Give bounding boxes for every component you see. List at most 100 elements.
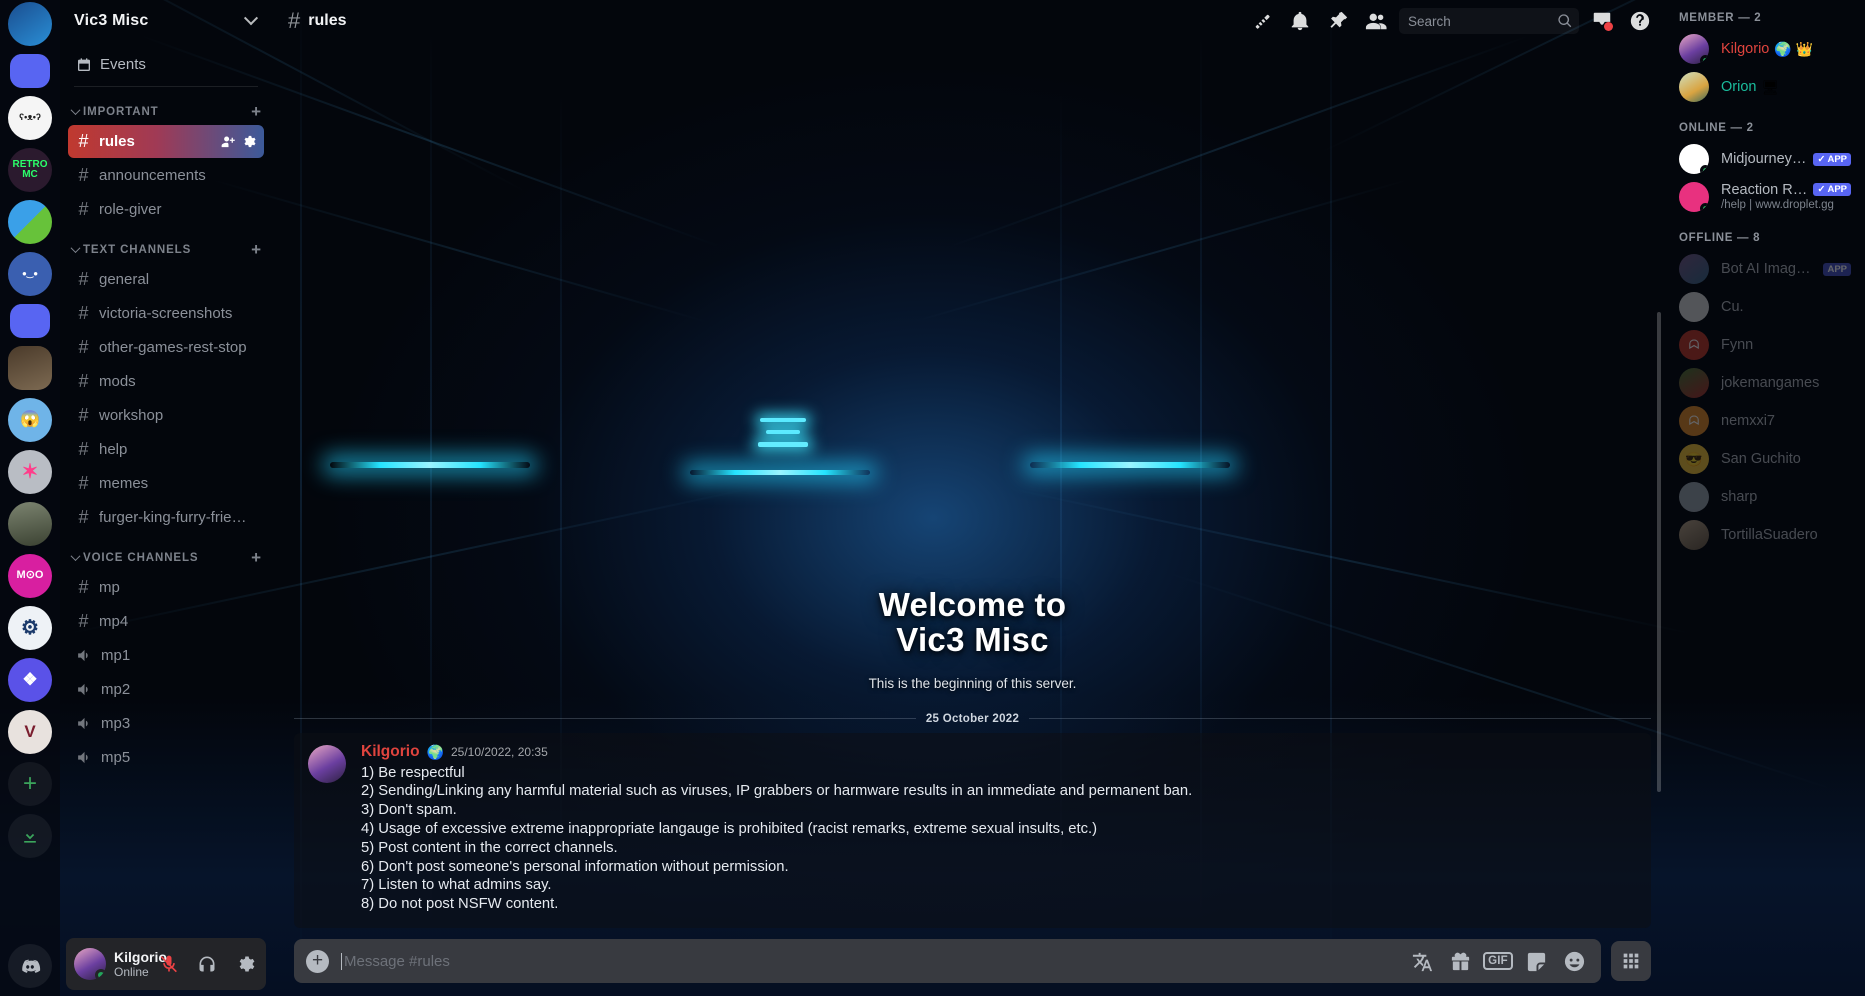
member-item[interactable]: 😎 San Guchito — [1673, 440, 1857, 478]
member-list-toggle-button[interactable] — [1361, 6, 1391, 36]
chevron-down-icon — [70, 551, 81, 562]
inbox-button[interactable] — [1587, 6, 1617, 36]
member-item[interactable]: jokemangames — [1673, 364, 1857, 402]
guild-icon-v-crest[interactable]: V — [8, 710, 52, 754]
category-voice-channels[interactable]: VOICE CHANNELS + — [60, 535, 272, 570]
sidebar-item-workshop[interactable]: # workshop — [68, 399, 264, 432]
sticker-button[interactable] — [1523, 948, 1549, 974]
status-dot-online — [1700, 165, 1709, 174]
guild-icon-landscape[interactable] — [8, 502, 52, 546]
sidebar-item-announcements[interactable]: # announcements — [68, 159, 264, 192]
user-panel[interactable]: Kilgorio Online — [66, 938, 266, 990]
member-item[interactable]: Kilgorio 🌍 👑 — [1673, 30, 1857, 68]
sidebar-item-help[interactable]: # help — [68, 433, 264, 466]
sidebar-item-general[interactable]: # general — [68, 263, 264, 296]
sidebar-item-other-games-rest-stop[interactable]: # other-games-rest-stop — [68, 331, 264, 364]
user-settings-button[interactable] — [230, 949, 260, 979]
member-item[interactable]: Orion 🖥 — [1673, 68, 1857, 106]
help-button[interactable] — [1625, 6, 1655, 36]
member-name: Cu. — [1721, 299, 1744, 315]
sidebar-item-mp1[interactable]: mp1 — [68, 639, 264, 672]
sidebar-item-workshop-label: workshop — [99, 407, 164, 424]
composer-bar: + Message #rules GIF — [272, 936, 1665, 996]
avatar[interactable] — [74, 948, 106, 980]
channel-settings-icon[interactable] — [241, 134, 256, 149]
emoji-button[interactable] — [1561, 948, 1587, 974]
status-dot-online — [1700, 203, 1709, 212]
sidebar-item-victoria-screenshots[interactable]: # victoria-screenshots — [68, 297, 264, 330]
member-item[interactable]: Bot AI Image Th… APP — [1673, 250, 1857, 288]
gif-button[interactable]: GIF — [1483, 948, 1513, 974]
sidebar-item-mp5[interactable]: mp5 — [68, 741, 264, 774]
channel-topbar: # rules Search — [272, 0, 1665, 42]
avatar[interactable] — [308, 744, 346, 783]
hash-icon: # — [288, 8, 301, 33]
download-apps-button[interactable] — [8, 814, 52, 858]
guild-icon-moo[interactable]: M⊙O — [8, 554, 52, 598]
guild-icon-retro-mc[interactable]: RETRO MC — [8, 148, 52, 192]
add-channel-button[interactable]: + — [251, 103, 262, 120]
gift-button[interactable] — [1447, 948, 1473, 974]
sidebar-item-mp2[interactable]: mp2 — [68, 673, 264, 706]
sidebar-item-events[interactable]: Events — [68, 48, 264, 81]
plus-circle-icon[interactable]: + — [306, 949, 329, 973]
translate-button[interactable] — [1409, 948, 1435, 974]
message-scrollbar[interactable] — [1657, 312, 1661, 792]
channel-list[interactable]: Events IMPORTANT + # rules # announcemen… — [60, 42, 272, 938]
member-item[interactable]: Reaction Rol… ✓APP /help | www.droplet.g… — [1673, 178, 1857, 216]
member-item[interactable]: Cu. — [1673, 288, 1857, 326]
guild-icon-gear-crest[interactable]: ⚙ — [8, 606, 52, 650]
create-invite-icon[interactable] — [221, 134, 236, 149]
category-voice-channels-label: VOICE CHANNELS — [83, 551, 199, 564]
member-item[interactable]: TortillaSuadero — [1673, 516, 1857, 554]
sidebar-item-mp3[interactable]: mp3 — [68, 707, 264, 740]
threads-button[interactable] — [1247, 6, 1277, 36]
discord-home-button[interactable] — [8, 944, 52, 988]
member-list[interactable]: MEMBER — 2 Kilgorio 🌍 👑 Orion 🖥 ONLINE —… — [1665, 0, 1865, 996]
guild-icon-cube[interactable] — [8, 200, 52, 244]
guild-icon-scream[interactable]: 😱 — [8, 398, 52, 442]
sidebar-item-mods[interactable]: # mods — [68, 365, 264, 398]
guild-folder-1[interactable] — [10, 54, 50, 88]
add-channel-button[interactable]: + — [251, 241, 262, 258]
sidebar-item-mp1-label: mp1 — [101, 647, 131, 664]
message-input-container[interactable]: + Message #rules GIF — [294, 939, 1601, 983]
guild-icon-purple-crest[interactable]: ❖ — [8, 658, 52, 702]
message-input[interactable]: Message #rules — [341, 952, 1397, 970]
guild-icon-active[interactable] — [8, 2, 52, 46]
server-rail[interactable]: ʕ•ᴥ•ʔ RETRO MC ●‿● 😱 ✶ M⊙O ⚙ ❖ V + — [0, 0, 60, 996]
message-author[interactable]: Kilgorio — [361, 743, 420, 761]
speaker-icon — [78, 683, 88, 696]
date-separator-label: 25 October 2022 — [925, 712, 1020, 725]
sidebar-item-role-giver[interactable]: # role-giver — [68, 193, 264, 226]
guild-folder-2[interactable] — [10, 304, 50, 338]
guild-icon-2[interactable]: ʕ•ᴥ•ʔ — [8, 96, 52, 140]
sidebar-item-mp4[interactable]: # mp4 — [68, 605, 264, 638]
sidebar-item-mp[interactable]: # mp — [68, 571, 264, 604]
member-item[interactable]: Midjourney B… ✓APP — [1673, 140, 1857, 178]
message-timestamp: 25/10/2022, 20:35 — [451, 744, 548, 759]
sidebar-item-furger-king[interactable]: # furger-king-furry-frie… — [68, 501, 264, 534]
member-item[interactable]: sharp — [1673, 478, 1857, 516]
message-item[interactable]: Kilgorio 🌍 25/10/2022, 20:35 1) Be respe… — [294, 732, 1651, 928]
add-server-button[interactable]: + — [8, 762, 52, 806]
pinned-messages-button[interactable] — [1323, 6, 1353, 36]
guild-icon-chart[interactable] — [8, 346, 52, 390]
member-item[interactable]: ᗣ Fynn — [1673, 326, 1857, 364]
notification-settings-button[interactable] — [1285, 6, 1315, 36]
globe-icon: 🌍 — [426, 743, 444, 760]
search-input[interactable]: Search — [1399, 8, 1579, 34]
server-header-dropdown[interactable]: Vic3 Misc — [60, 0, 272, 42]
deafen-button[interactable] — [192, 949, 222, 979]
guild-icon-psycho[interactable]: ●‿● — [8, 252, 52, 296]
message-canvas[interactable]: Welcome to Vic3 Misc This is the beginni… — [272, 42, 1665, 936]
category-text-channels[interactable]: TEXT CHANNELS + — [60, 227, 272, 262]
member-item[interactable]: ᗣ nemxxi7 — [1673, 402, 1857, 440]
add-channel-button[interactable]: + — [251, 549, 262, 566]
sidebar-item-rules[interactable]: # rules — [68, 125, 264, 158]
guild-icon-star[interactable]: ✶ — [8, 450, 52, 494]
sidebar-item-memes[interactable]: # memes — [68, 467, 264, 500]
apps-button[interactable] — [1611, 941, 1651, 981]
mute-microphone-button[interactable] — [154, 949, 184, 979]
category-important[interactable]: IMPORTANT + — [60, 89, 272, 124]
